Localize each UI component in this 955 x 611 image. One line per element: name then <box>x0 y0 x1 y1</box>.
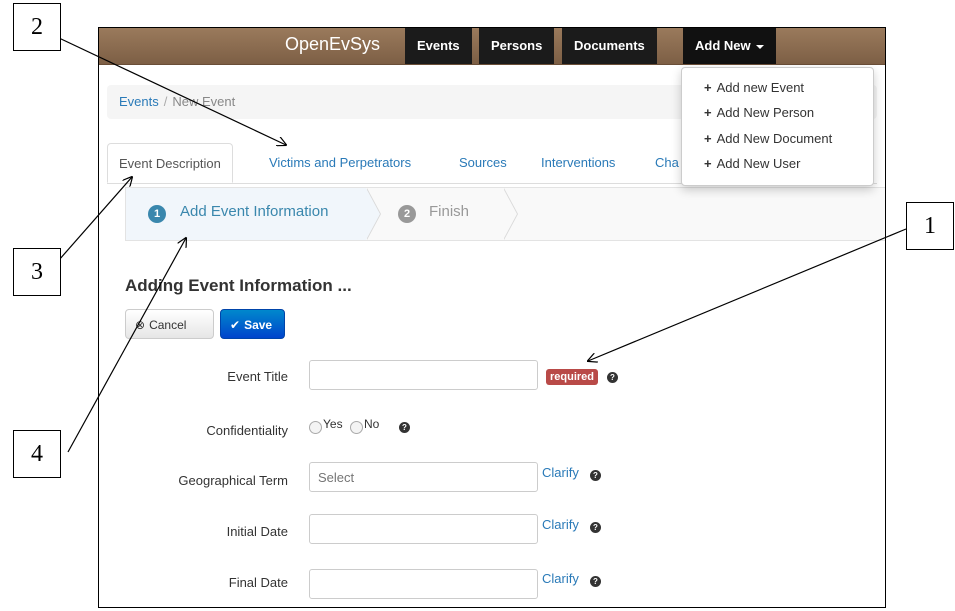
annotation-arrows <box>58 37 907 453</box>
arrow-callout-4 <box>67 238 186 453</box>
callout-label-4: 4 <box>13 430 61 478</box>
callout-label-2: 2 <box>13 3 61 51</box>
arrow-callout-3 <box>58 177 132 261</box>
callout-label-3: 3 <box>13 248 61 296</box>
arrow-callout-1 <box>588 228 907 361</box>
arrow-callout-2 <box>58 37 286 145</box>
callout-label-1: 1 <box>906 202 954 250</box>
